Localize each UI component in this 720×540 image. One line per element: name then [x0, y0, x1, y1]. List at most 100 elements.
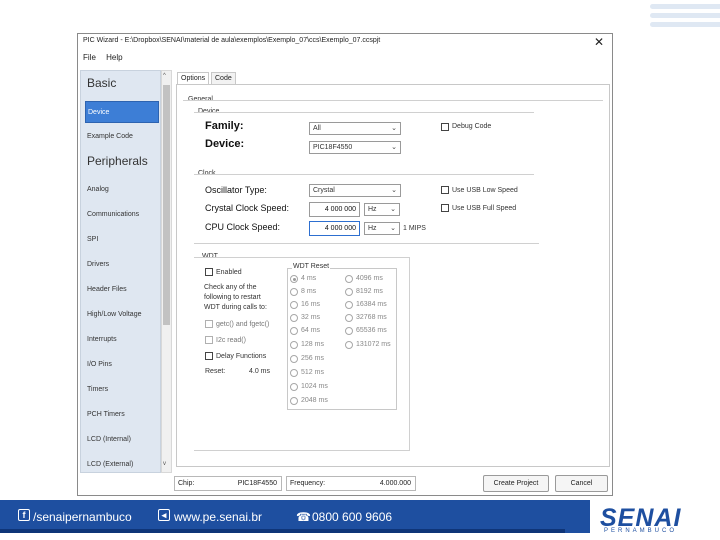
sidebar-item-communications[interactable]: Communications [85, 204, 159, 226]
menu-help[interactable]: Help [106, 53, 122, 62]
wdt-check-text-2: following to restart [204, 294, 261, 301]
sidebar-scrollbar[interactable]: ^ v [161, 70, 172, 473]
wdt-reset-label: Reset: [205, 368, 226, 375]
oscillator-type-select[interactable]: Crystal ⌄ [309, 184, 401, 197]
crystal-unit-select[interactable]: Hz ⌄ [364, 203, 400, 216]
sidebar-item-example-code[interactable]: Example Code [85, 126, 159, 148]
family-label: Family: [205, 120, 244, 132]
crystal-clock-input[interactable]: 4 000 000 [309, 202, 360, 217]
create-project-button[interactable]: Create Project [483, 475, 549, 492]
wdt-radio-8192ms[interactable] [345, 288, 353, 296]
wdt-check-text-1: Check any of the [204, 284, 257, 291]
sidebar-item-device[interactable]: Device [85, 101, 159, 123]
wdt-radio-16ms[interactable] [290, 301, 298, 309]
wdt-radio-4096ms[interactable] [345, 275, 353, 283]
delay-functions-checkbox[interactable] [205, 352, 213, 360]
sidebar-item-spi[interactable]: SPI [85, 229, 159, 251]
chip-value: PIC18F4550 [237, 480, 277, 487]
sidebar-header-basic: Basic [87, 76, 117, 90]
chevron-down-icon: ⌄ [390, 225, 396, 232]
wdt-option-65536ms: 65536 ms [356, 327, 387, 334]
wdt-option-64ms: 64 ms [301, 327, 321, 334]
scroll-down-icon[interactable]: v [163, 461, 166, 467]
chevron-down-icon: ⌄ [390, 206, 396, 213]
wdt-option-32ms: 32 ms [301, 314, 321, 321]
device-label: Device: [205, 138, 245, 150]
wdt-radio-8ms[interactable] [290, 288, 298, 296]
sidebar-item-header-files[interactable]: Header Files [85, 279, 159, 301]
usb-low-speed-checkbox[interactable] [441, 186, 449, 194]
usb-low-speed-label: Use USB Low Speed [452, 187, 518, 194]
wdt-reset-value: 4.0 ms [249, 368, 271, 375]
scroll-up-icon[interactable]: ^ [163, 73, 166, 79]
wdt-option-8192ms: 8192 ms [356, 288, 383, 295]
sidebar-item-high-low-voltage[interactable]: High/Low Voltage [85, 304, 159, 326]
cpu-unit-value: Hz [368, 225, 377, 232]
chip-label: Chip: [178, 480, 195, 487]
wdt-radio-32ms[interactable] [290, 314, 298, 322]
website-link[interactable]: www.pe.senai.br [174, 510, 262, 524]
sidebar-item-lcd-internal[interactable]: LCD (Internal) [85, 429, 159, 451]
wdt-reset-group-label: WDT Reset [292, 263, 331, 270]
wdt-radio-128ms[interactable] [290, 341, 298, 349]
crystal-clock-label: Crystal Clock Speed: [205, 203, 290, 213]
wdt-option-128ms: 128 ms [301, 341, 324, 348]
senai-logo-sub: PERNAMBUCO [604, 528, 678, 534]
sidebar-item-lcd-external[interactable]: LCD (External) [85, 454, 159, 472]
wdt-radio-32768ms[interactable] [345, 314, 353, 322]
wdt-radio-256ms[interactable] [290, 355, 298, 363]
wdt-radio-65536ms[interactable] [345, 327, 353, 335]
sidebar-item-analog[interactable]: Analog [85, 179, 159, 201]
wdt-right-border [409, 257, 410, 450]
wdt-radio-2048ms[interactable] [290, 397, 298, 405]
wdt-radio-64ms[interactable] [290, 327, 298, 335]
mips-readout: 1 MIPS [403, 225, 426, 232]
wdt-radio-16384ms[interactable] [345, 301, 353, 309]
delay-functions-label: Delay Functions [216, 353, 267, 360]
crystal-unit-value: Hz [368, 206, 377, 213]
close-icon[interactable]: ✕ [594, 35, 604, 49]
wdt-radio-512ms[interactable] [290, 369, 298, 377]
cancel-button[interactable]: Cancel [555, 475, 608, 492]
device-divider [194, 112, 534, 113]
pic-wizard-window: PIC Wizard - E:\Dropbox\SENAI\material d… [77, 33, 613, 496]
slide: PIC Wizard - E:\Dropbox\SENAI\material d… [0, 0, 720, 540]
cpu-clock-input[interactable]: 4 000 000 [309, 221, 360, 236]
device-select[interactable]: PIC18F4550 ⌄ [309, 141, 401, 154]
sidebar-item-interrupts[interactable]: Interrupts [85, 329, 159, 351]
footer: f /senaipernambuco ◂ www.pe.senai.br ☎ 0… [0, 500, 720, 540]
sidebar-item-io-pins[interactable]: I/O Pins [85, 354, 159, 376]
wdt-bottom-border [194, 450, 410, 451]
deco-stripe [650, 13, 720, 18]
family-value: All [313, 125, 321, 132]
sidebar-header-peripherals: Peripherals [87, 154, 148, 168]
facebook-icon: f [18, 509, 30, 521]
web-icon: ◂ [158, 509, 170, 521]
wdt-enabled-checkbox[interactable] [205, 268, 213, 276]
wdt-radio-1024ms[interactable] [290, 383, 298, 391]
wdt-option-8ms: 8 ms [301, 288, 317, 295]
family-select[interactable]: All ⌄ [309, 122, 401, 135]
cpu-unit-select[interactable]: Hz ⌄ [364, 222, 400, 235]
sidebar-item-drivers[interactable]: Drivers [85, 254, 159, 276]
menu-file[interactable]: File [83, 53, 96, 62]
menu-bar: File Help [78, 53, 131, 67]
wdt-radio-4ms[interactable] [290, 275, 298, 283]
frequency-label: Frequency: [290, 480, 326, 487]
getc-checkbox[interactable] [205, 320, 213, 328]
usb-full-speed-checkbox[interactable] [441, 204, 449, 212]
oscillator-type-label: Oscillator Type: [205, 185, 267, 195]
scroll-thumb[interactable] [163, 85, 170, 325]
i2c-read-checkbox[interactable] [205, 336, 213, 344]
footer-bar-accent [0, 529, 565, 533]
wdt-option-4096ms: 4096 ms [356, 275, 383, 282]
window-title: PIC Wizard - E:\Dropbox\SENAI\material d… [83, 37, 381, 44]
sidebar-item-pch-timers[interactable]: PCH Timers [85, 404, 159, 426]
facebook-link[interactable]: /senaipernambuco [33, 510, 132, 524]
phone-number: 0800 600 9606 [312, 510, 393, 524]
sidebar-item-timers[interactable]: Timers [85, 379, 159, 401]
clock-bottom-divider [194, 243, 539, 244]
wdt-radio-131072ms[interactable] [345, 341, 353, 349]
wdt-option-131072ms: 131072 ms [356, 341, 391, 348]
debug-code-checkbox[interactable] [441, 123, 449, 131]
